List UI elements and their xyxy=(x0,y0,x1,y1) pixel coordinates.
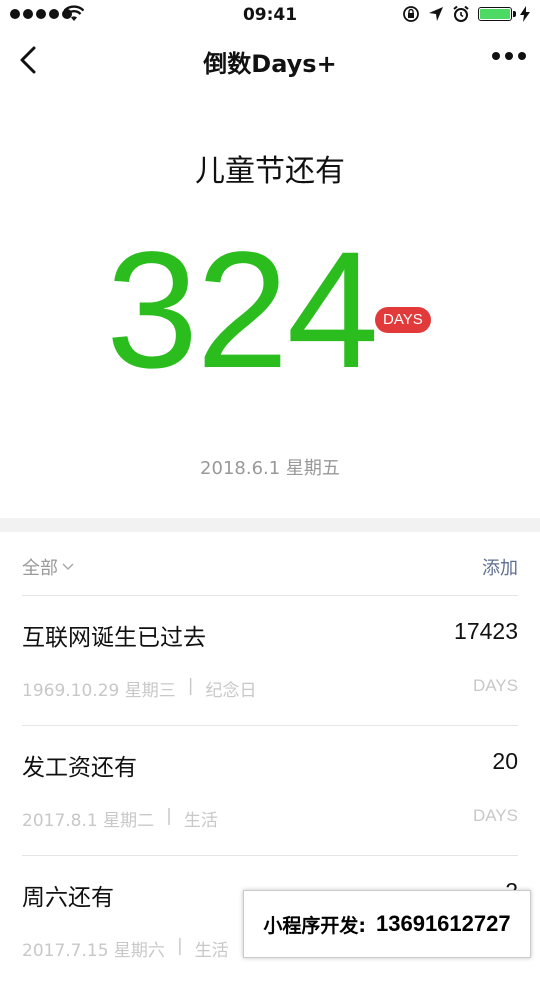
rotation-lock-icon xyxy=(403,6,419,22)
item-date: 2017.7.15 星期六 xyxy=(22,941,165,961)
item-meta: 2017.8.1 星期二 | 生活 xyxy=(22,806,218,831)
status-bar: 09:41 xyxy=(0,0,540,30)
item-meta: 2017.7.15 星期六 | 生活 xyxy=(22,936,229,961)
item-unit: DAYS xyxy=(472,676,518,695)
item-name: 互联网诞生已过去 xyxy=(22,625,206,651)
charging-bolt-icon xyxy=(520,6,530,22)
promo-phone: 13691612727 xyxy=(376,911,511,936)
item-category: 生活 xyxy=(183,811,218,831)
item-name: 发工资还有 xyxy=(22,755,137,781)
more-dots-icon xyxy=(492,52,500,60)
add-button[interactable]: 添加 xyxy=(482,554,518,580)
days-badge: DAYS xyxy=(375,307,431,333)
item-count: 17423 xyxy=(454,618,518,644)
item-separator: | xyxy=(166,806,172,826)
promo-banner: 小程序开发: 13691612727 xyxy=(243,890,531,958)
item-separator: | xyxy=(187,676,194,696)
alarm-icon xyxy=(453,5,469,22)
item-date: 2017.8.1 星期二 xyxy=(22,811,155,831)
item-name: 周六还有 xyxy=(22,885,114,911)
page-title: 倒数Days+ xyxy=(203,50,337,78)
list-item[interactable]: 发工资还有 20 2017.8.1 星期二 | 生活 DAYS xyxy=(22,726,518,856)
item-count: 20 xyxy=(492,748,518,774)
location-arrow-icon xyxy=(429,7,443,21)
countdown-days-number: 324 xyxy=(106,218,379,403)
item-category: 纪念日 xyxy=(205,681,257,701)
chevron-down-icon xyxy=(62,563,74,571)
battery-icon xyxy=(478,7,516,21)
item-date: 1969.10.29 星期三 xyxy=(22,681,176,701)
list-item[interactable]: 互联网诞生已过去 17423 1969.10.29 星期三 | 纪念日 DAYS xyxy=(22,596,518,726)
list-header: 全部 添加 xyxy=(22,548,518,584)
item-unit: DAYS xyxy=(472,806,518,825)
item-category: 生活 xyxy=(194,941,229,961)
promo-label: 小程序开发: xyxy=(263,914,366,937)
section-divider xyxy=(0,518,540,532)
item-meta: 1969.10.29 星期三 | 纪念日 xyxy=(22,676,256,701)
countdown-title: 儿童节还有 xyxy=(195,154,345,189)
more-button[interactable] xyxy=(492,52,526,60)
item-separator: | xyxy=(176,936,183,956)
navigation-bar: 倒数Days+ xyxy=(0,30,540,90)
filter-label: 全部 xyxy=(22,558,58,579)
filter-dropdown[interactable]: 全部 xyxy=(22,554,74,580)
countdown-date: 2018.6.1 星期五 xyxy=(200,458,340,479)
